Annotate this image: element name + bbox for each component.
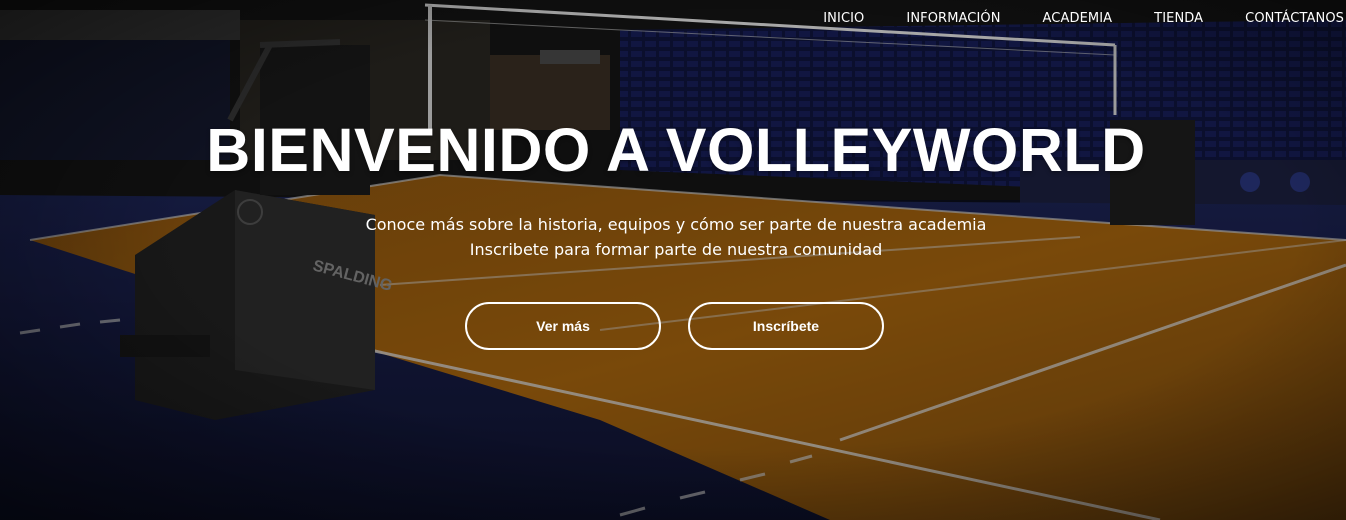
hero-section: SPALDING INICIO INFORMACIÓN ACADEMIA TIE…	[0, 0, 1346, 520]
hero-content: BIENVENIDO A VOLLEYWORLD Conoce más sobr…	[0, 0, 1346, 520]
hero-title: BIENVENIDO A VOLLEYWORLD	[206, 116, 1146, 184]
ver-mas-button[interactable]: Ver más	[465, 302, 661, 350]
inscribete-button[interactable]: Inscríbete	[688, 302, 884, 350]
hero-subtitle-line2: Inscribete para formar parte de nuestra …	[469, 240, 883, 259]
hero-subtitle-line1: Conoce más sobre la historia, equipos y …	[365, 215, 987, 234]
